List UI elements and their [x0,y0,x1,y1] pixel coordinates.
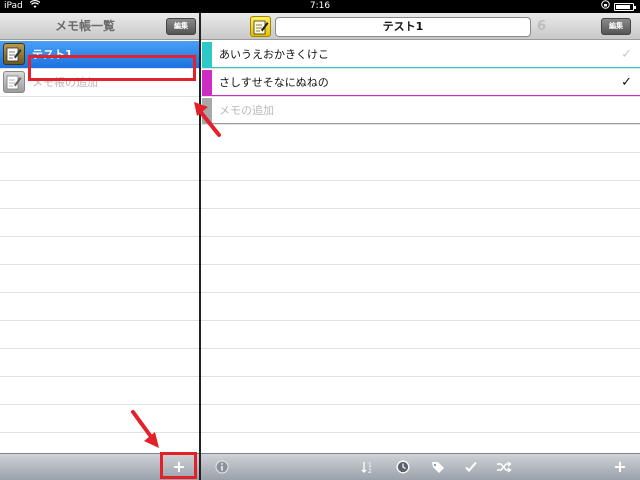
memo-item[interactable]: さしすせそなにぬねの ✓ [201,69,640,96]
memo-title-field[interactable]: テスト1 [275,17,531,37]
right-navbar: テスト1 6 編集 [201,13,640,40]
right-edit-button[interactable]: 編集 [601,18,631,35]
color-tag [202,42,212,68]
right-toolbar: 12 + [201,453,640,480]
left-navbar: メモ帳一覧 編集 [0,13,199,40]
tag-icon[interactable] [429,457,447,477]
add-item-row[interactable]: メモの追加 [201,97,640,124]
arrow-icon [194,102,221,137]
memo-item-text: あいうえおかきくけこ [219,48,329,61]
shuffle-icon[interactable] [495,457,513,477]
highlight-box [160,452,197,479]
clock-icon[interactable] [394,457,412,477]
check-icon[interactable]: ✓ [621,69,632,96]
memo-item[interactable]: あいうえおかきくけこ ✓ [201,41,640,68]
checkmark-icon[interactable] [462,457,480,477]
add-item-input[interactable]: メモの追加 [219,97,274,124]
memo-list-title: メモ帳一覧 [54,19,115,33]
color-tag [202,70,212,96]
status-bar: iPad 7:16 [0,0,640,13]
notepad-icon [3,43,25,65]
left-edit-button[interactable]: 編集 [166,18,196,35]
memo-list [0,41,199,465]
item-underline [212,95,640,96]
check-icon[interactable]: ✓ [621,41,632,68]
svg-text:2: 2 [368,468,372,474]
memo-detail-pane: テスト1 6 編集 あいうえおかきくけこ ✓ さしすせそなにぬねの ✓ メモの追… [201,13,640,480]
sort-icon[interactable]: 12 [360,457,378,477]
arrow-icon [131,410,159,448]
item-underline [212,67,640,68]
item-underline [212,123,640,124]
memo-item-text: さしすせそなにぬねの [219,76,329,89]
rotation-lock-icon [601,0,610,13]
clock: 7:16 [309,1,331,11]
highlight-box [28,55,196,81]
memo-icon[interactable] [250,16,271,37]
add-item-button[interactable]: + [607,457,633,477]
memo-list-pane: メモ帳一覧 編集 テスト1 メモ帳の追加 + [0,13,199,480]
battery-icon [614,3,636,11]
notepad-icon [3,71,25,93]
info-icon[interactable] [215,457,229,477]
item-count: 6 [537,19,547,34]
